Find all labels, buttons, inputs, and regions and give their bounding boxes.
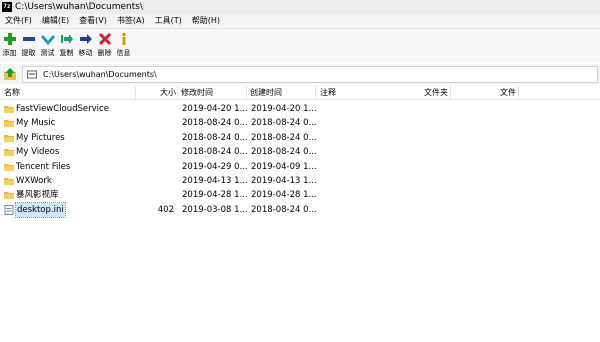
created-time: 2018-08-24 0... [251, 204, 317, 215]
modified-time: 2019-04-13 1... [182, 175, 248, 186]
file-list: 名称 大小 修改时间 创建时间 注释 文件夹 文件 FastViewCloudS… [0, 86, 600, 342]
menu-tools[interactable]: 工具(T) [150, 14, 187, 28]
created-time: 2019-04-09 1... [251, 161, 317, 172]
created-time: 2018-08-24 0... [251, 132, 317, 143]
delete-icon [98, 32, 111, 46]
created-time: 2019-04-28 1... [251, 190, 317, 201]
column-folders[interactable]: 文件夹 [424, 86, 448, 99]
column-modified[interactable]: 修改时间 [181, 86, 213, 99]
folder-icon [4, 192, 14, 200]
add-label: 添加 [2, 49, 17, 57]
modified-time: 2019-04-20 1... [182, 104, 248, 114]
table-row[interactable]: My Videos 2018-08-24 0... 2018-08-24 0... [0, 145, 600, 159]
test-icon [40, 35, 55, 46]
table-row[interactable]: My Pictures 2018-08-24 0... 2018-08-24 0..… [0, 131, 600, 145]
table-row[interactable]: desktop.ini 402 2019-03-08 1... 2018-08-24 … [0, 201, 600, 218]
table-row[interactable]: FastViewCloudService 2019-04-20 1... 2019-… [0, 102, 600, 116]
info-icon [121, 32, 126, 45]
folder-icon [4, 120, 14, 128]
folder-icon [4, 163, 14, 171]
drive-icon [27, 70, 37, 78]
column-divider[interactable] [177, 86, 178, 99]
info-button[interactable]: 信息 [114, 29, 133, 62]
list-rows: FastViewCloudService 2019-04-20 1... 2019-… [0, 102, 600, 218]
modified-time: 2018-08-24 0... [182, 147, 248, 158]
column-comment[interactable]: 注释 [320, 86, 336, 99]
extract-icon [22, 37, 35, 41]
move-icon [79, 34, 92, 44]
table-row[interactable]: 暴风影视库 2019-04-28 1... 2019-04-28 1... [0, 188, 600, 202]
extract-button[interactable]: 提取 [19, 29, 38, 62]
folder-icon [4, 149, 14, 157]
menu-edit[interactable]: 编辑(E) [37, 14, 74, 28]
table-row[interactable]: WXWork 2019-04-13 1... 2019-04-13 1... [0, 174, 600, 188]
file-name: 暴风影视库 [16, 190, 59, 201]
modified-time: 2018-08-24 0... [182, 118, 248, 129]
app-icon: 7z [2, 2, 12, 12]
file-name: desktop.ini [15, 201, 66, 218]
column-divider[interactable] [518, 86, 519, 99]
list-header: 名称 大小 修改时间 创建时间 注释 文件夹 文件 [0, 86, 600, 100]
column-name[interactable]: 名称 [4, 86, 20, 99]
column-divider[interactable] [246, 86, 247, 99]
modified-time: 2018-08-24 0... [182, 132, 248, 143]
menu-bookmarks[interactable]: 书签(A) [112, 14, 150, 28]
created-time: 2019-04-13 1... [251, 175, 317, 186]
table-row[interactable]: My Music 2018-08-24 0... 2018-08-24 0... [0, 116, 600, 130]
file-name: Tencent Files [16, 161, 71, 172]
menu-help[interactable]: 帮助(H) [187, 14, 225, 28]
file-size: 402 [157, 204, 174, 215]
modified-time: 2019-03-08 1... [182, 204, 248, 215]
menu-file[interactable]: 文件(F) [0, 14, 37, 28]
test-button[interactable]: 测试 [38, 29, 57, 62]
path-input[interactable]: C:\Users\wuhan\Documents\ [22, 65, 598, 83]
up-folder-button[interactable] [2, 66, 18, 82]
column-files[interactable]: 文件 [500, 86, 516, 99]
copy-button[interactable]: 复制 [57, 29, 76, 62]
settings-file-icon [4, 204, 14, 215]
folder-icon [4, 177, 14, 185]
move-label: 移动 [78, 49, 93, 57]
up-folder-icon [4, 67, 16, 80]
folder-icon [4, 134, 14, 142]
file-name: My Music [16, 118, 56, 129]
modified-time: 2019-04-28 1... [182, 190, 248, 201]
extract-label: 提取 [21, 49, 36, 57]
file-name: FastViewCloudService [16, 104, 109, 114]
test-label: 测试 [40, 49, 55, 57]
modified-time: 2019-04-29 0... [182, 161, 248, 172]
copy-icon [60, 34, 73, 44]
copy-label: 复制 [59, 49, 74, 57]
created-time: 2019-04-20 1... [251, 104, 317, 114]
column-divider[interactable] [135, 86, 136, 99]
window-title: C:\Users\wuhan\Documents\ [15, 2, 143, 12]
file-name: My Pictures [16, 132, 65, 143]
add-icon [3, 33, 16, 45]
add-button[interactable]: 添加 [0, 29, 19, 62]
column-divider[interactable] [315, 86, 316, 99]
table-row[interactable]: Tencent Files 2019-04-29 0... 2019-04-09 1… [0, 160, 600, 174]
column-created[interactable]: 创建时间 [250, 86, 282, 99]
toolbar: 添加 提取 测试 复制 移动 删除 信息 [0, 29, 600, 62]
file-name: My Videos [16, 147, 60, 158]
delete-label: 删除 [97, 49, 112, 57]
path-text: C:\Users\wuhan\Documents\ [43, 69, 157, 79]
file-name: WXWork [16, 175, 52, 186]
title-bar: 7z C:\Users\wuhan\Documents\ [0, 0, 600, 14]
delete-button[interactable]: 删除 [95, 29, 114, 62]
info-label: 信息 [116, 49, 131, 57]
created-time: 2018-08-24 0... [251, 147, 317, 158]
folder-icon [4, 106, 14, 113]
column-size[interactable]: 大小 [160, 86, 176, 99]
menu-view[interactable]: 查看(V) [74, 14, 112, 28]
move-button[interactable]: 移动 [76, 29, 95, 62]
column-divider[interactable] [450, 86, 451, 99]
address-bar: C:\Users\wuhan\Documents\ [0, 64, 600, 84]
menu-bar: 文件(F) 编辑(E) 查看(V) 书签(A) 工具(T) 帮助(H) [0, 14, 600, 29]
created-time: 2018-08-24 0... [251, 118, 317, 129]
